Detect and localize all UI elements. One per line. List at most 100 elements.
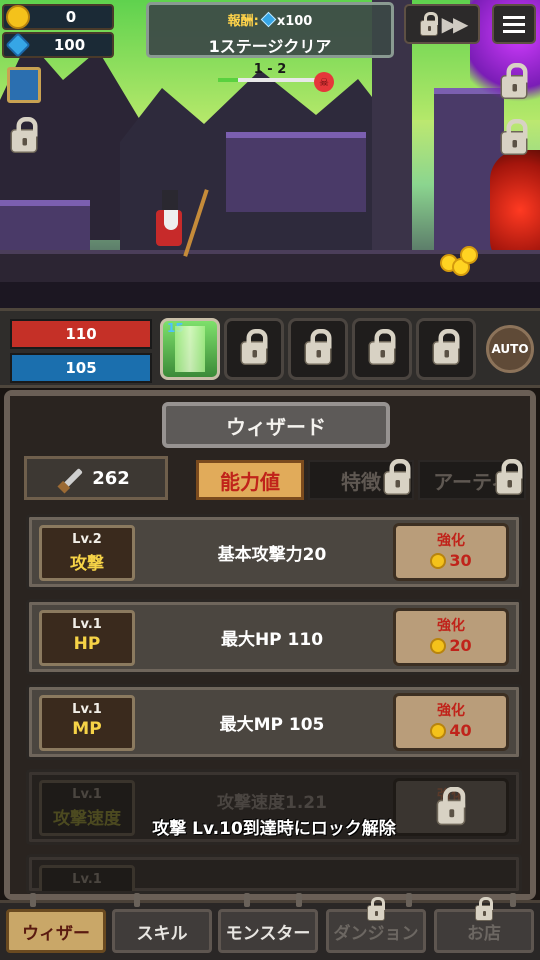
nav-label: ウィザー [22, 923, 90, 944]
boss-skull-icon: ☠ [314, 72, 334, 92]
lock-icon [500, 62, 528, 99]
panel-title: ウィザード [162, 402, 390, 448]
bottom-navigation: ウィザー スキル モンスター ダンジョン お店 [0, 893, 540, 960]
skill-slot-3[interactable] [288, 318, 348, 380]
fast-forward-icon: ▶▶ [441, 12, 469, 36]
speed-up-button[interactable]: ▶▶ [404, 4, 480, 44]
stage-progress-bar [218, 78, 320, 82]
ruin-platform [0, 200, 90, 256]
reward-line: 報酬: x100 [149, 10, 391, 29]
menu-button[interactable] [492, 4, 536, 44]
lock-icon [383, 459, 411, 495]
upgrade-row-mp: Lv.1 MP 最大MP 105 強化 40 [26, 684, 522, 760]
upgrade-description: 最大HP 110 [220, 629, 324, 650]
stage-reward-panel: 報酬: x100 1ステージクリア [146, 2, 394, 58]
gold-value: 0 [65, 8, 77, 26]
tab-traits[interactable]: 特徴 [308, 459, 414, 500]
upgrade-button[interactable]: 強化 30 [393, 523, 509, 581]
level-box: Lv.1 [39, 865, 135, 891]
upgrade-row-hp: Lv.1 HP 最大HP 110 強化 20 [26, 599, 522, 675]
sword-icon [63, 468, 84, 488]
upgrade-level: Lv.1 [72, 702, 102, 717]
locked-side-feature[interactable] [494, 62, 534, 104]
nav-label: お店 [467, 923, 501, 944]
lock-icon [10, 116, 38, 153]
lock-icon [367, 897, 385, 921]
gold-coin-icon [430, 637, 447, 654]
hp-bar: 110 [10, 319, 152, 349]
level-box: Lv.2 攻撃 [39, 525, 135, 581]
lock-icon [432, 328, 460, 365]
power-display: 262 [24, 456, 168, 500]
lock-icon [495, 459, 523, 495]
skill-slot-4[interactable] [352, 318, 412, 380]
chain-decoration [244, 893, 250, 907]
status-bar: 110 105 15 AUTO [0, 308, 540, 388]
stage-title: 1ステージクリア [208, 37, 332, 56]
book-button[interactable] [4, 64, 44, 106]
tab-label: 能力値 [220, 469, 280, 494]
power-value: 262 [92, 467, 130, 489]
upgrade-cost: 30 [396, 551, 506, 570]
lock-icon [500, 118, 528, 155]
mp-bar: 105 [10, 353, 152, 383]
locked-side-feature[interactable] [494, 118, 534, 160]
nav-shop[interactable]: お店 [434, 897, 534, 953]
lock-icon [419, 11, 438, 36]
ground-shadow [0, 282, 540, 308]
nav-label: ダンジョン [333, 923, 419, 944]
gold-coin-icon [430, 722, 447, 739]
wizard-character [150, 189, 209, 262]
tab-artifacts[interactable]: アーティ [418, 459, 526, 500]
upgrade-cost-value: 30 [449, 551, 472, 570]
chain-decoration [134, 893, 140, 907]
upgrade-cost: 20 [396, 636, 506, 655]
lock-icon [368, 328, 396, 365]
chain-decoration [406, 893, 412, 907]
upgrade-level: Lv.1 [72, 617, 102, 632]
tab-label: 特徴 [341, 469, 381, 494]
tab-stats[interactable]: 能力値 [196, 460, 304, 500]
menu-icon [503, 12, 525, 37]
nav-wizard[interactable]: ウィザー [6, 909, 106, 953]
skill-slot-1[interactable]: 15 [160, 318, 220, 380]
book-icon [7, 67, 41, 103]
nav-dungeon[interactable]: ダンジョン [326, 897, 426, 953]
gem-value: 100 [53, 36, 86, 54]
gold-counter: 0 [2, 4, 114, 30]
upgrade-button-label: 強化 [437, 618, 465, 634]
upgrade-cost-value: 20 [449, 636, 472, 655]
level-box: Lv.1 HP [39, 610, 135, 666]
upgrade-stat: MP [72, 719, 102, 739]
gem-counter: 100 [2, 32, 114, 58]
auto-button[interactable]: AUTO [486, 325, 534, 373]
ruin-platform [226, 132, 366, 212]
upgrade-row-locked: Lv.1 [26, 854, 522, 894]
upgrade-button[interactable]: 強化 20 [393, 608, 509, 666]
chain-decoration [296, 893, 302, 907]
gold-coin-drop[interactable] [460, 246, 478, 264]
nav-skill[interactable]: スキル [112, 909, 212, 953]
upgrade-cost: 40 [396, 721, 506, 740]
upgrade-button[interactable]: 強化 40 [393, 693, 509, 751]
upgrade-cost-value: 40 [449, 721, 472, 740]
reward-amount: x100 [276, 14, 313, 29]
gem-icon [260, 11, 277, 28]
upgrade-description: 基本攻撃力20 [217, 544, 327, 565]
skill-slot-5[interactable] [416, 318, 476, 380]
skill-slot-2[interactable] [224, 318, 284, 380]
nav-monster[interactable]: モンスター [218, 909, 318, 953]
lock-icon [240, 328, 268, 365]
upgrade-row-attack-speed: Lv.1 攻撃速度 攻撃速度1.21 強化 攻撃 Lv.10到達時にロック解除 [26, 769, 522, 845]
locked-side-feature[interactable] [4, 116, 44, 158]
upgrade-stat: 攻撃 [70, 554, 104, 574]
nav-label: モンスター [225, 923, 311, 944]
level-box: Lv.1 MP [39, 695, 135, 751]
upgrade-level: Lv.1 [72, 787, 102, 802]
upgrade-description: 最大MP 105 [219, 714, 325, 735]
gold-coin-icon [6, 5, 30, 29]
nav-label: スキル [136, 923, 188, 944]
reward-label: 報酬: [227, 14, 259, 29]
light-pillar-icon [175, 326, 205, 372]
lock-icon [475, 897, 493, 921]
